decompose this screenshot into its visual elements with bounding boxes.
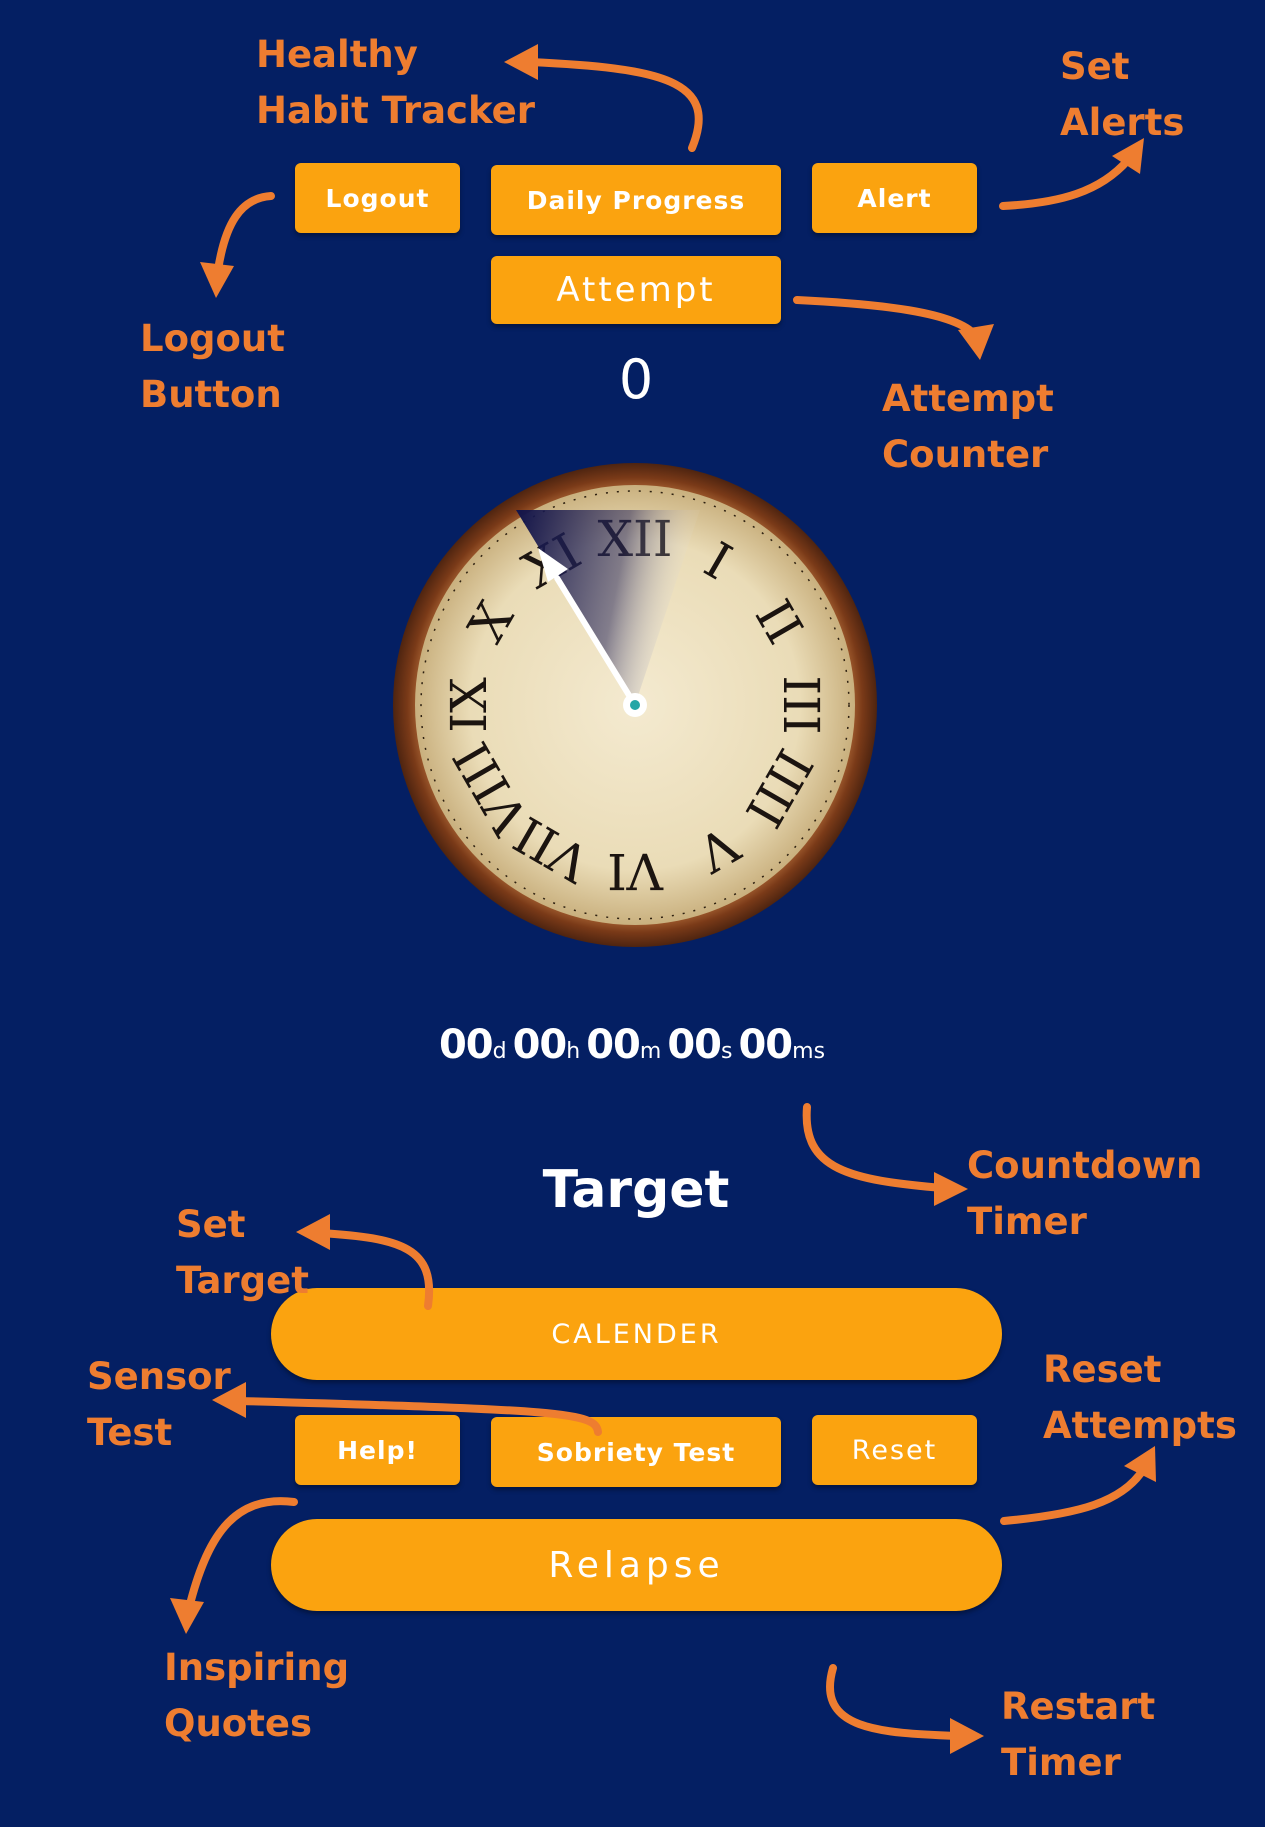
logout-button[interactable]: Logout: [295, 163, 460, 233]
timer-millis: 00: [738, 1022, 793, 1068]
annotation-logout-button: Logout Button: [140, 317, 285, 416]
clock-rim: [393, 463, 877, 947]
elapsed-sweep: [516, 510, 700, 705]
help-button[interactable]: Help!: [295, 1415, 460, 1485]
annotation-healthy-habit-tracker: Healthy Habit Tracker: [256, 33, 535, 132]
clock-numeral: II: [744, 590, 814, 653]
clock-numeral: XI: [514, 522, 591, 600]
annotation-inspiring-quotes: Inspiring Quotes: [164, 1646, 350, 1745]
clock-numeral: IX: [440, 677, 498, 733]
clock-numeral: VI: [607, 842, 664, 900]
annotation-restart-timer: Restart Timer: [1001, 1685, 1156, 1784]
arrowhead-countdown: [934, 1172, 968, 1206]
arrow-logout: [214, 192, 275, 274]
reset-button[interactable]: Reset: [812, 1415, 977, 1485]
clock-numeral: VIII: [442, 732, 540, 844]
arrowhead-restart-timer: [950, 1718, 984, 1754]
timer-minutes: 00: [586, 1022, 641, 1068]
annotation-set-alerts: Set Alerts: [1060, 45, 1185, 144]
timer-hours-unit: h: [566, 1039, 581, 1064]
arrowhead-attempt-counter: [958, 324, 994, 360]
timer-millis-unit: ms: [792, 1039, 826, 1064]
arrow-countdown: [802, 1103, 946, 1192]
clock-numeral: IIII: [734, 739, 824, 836]
relapse-button[interactable]: Relapse: [271, 1519, 1002, 1611]
clock-numeral: V: [687, 814, 749, 883]
timer-minutes-unit: m: [639, 1039, 662, 1064]
arrowhead-logout: [200, 262, 234, 298]
timer-hours: 00: [512, 1022, 568, 1068]
clock-numeral: X: [457, 592, 525, 652]
clock-center: [623, 693, 647, 717]
timer-days-unit: d: [492, 1039, 507, 1064]
sobriety-test-button[interactable]: Sobriety Test: [491, 1417, 781, 1487]
timer-seconds: 00: [667, 1022, 722, 1068]
clock-face: [415, 485, 855, 925]
clock-hand: [554, 575, 638, 708]
alert-button[interactable]: Alert: [812, 163, 977, 233]
arrow-attempt-counter: [793, 296, 979, 339]
attempt-counter: 0: [618, 348, 654, 411]
daily-progress-button[interactable]: Daily Progress: [491, 165, 781, 235]
clock-hand-tip: [538, 548, 568, 582]
arrow-reset-attempts: [1000, 1466, 1147, 1525]
calendar-button[interactable]: CALENDER: [271, 1288, 1002, 1380]
timer-seconds-unit: s: [721, 1039, 733, 1064]
clock-numeral: III: [772, 675, 830, 734]
annotation-set-target: Set Target: [176, 1203, 309, 1302]
countdown-timer: 00d 00h 00m 00s 00ms: [380, 1022, 890, 1068]
arrow-healthy-habit: [526, 58, 703, 152]
annotation-attempt-counter: Attempt Counter: [882, 377, 1054, 476]
target-heading: Target: [542, 1160, 730, 1220]
arrow-restart-timer: [826, 1664, 961, 1740]
annotation-countdown-timer: Countdown Timer: [967, 1144, 1203, 1243]
clock-numeral: VII: [505, 805, 600, 894]
attempt-button[interactable]: Attempt: [491, 256, 781, 324]
annotation-reset-attempts: Reset Attempts: [1043, 1348, 1237, 1447]
arrowhead-inspiring-quotes: [170, 1598, 204, 1634]
timer-days: 00: [438, 1022, 494, 1068]
annotation-sensor-test: Sensor Test: [87, 1355, 231, 1454]
clock-numeral: I: [695, 531, 741, 591]
clock-numeral: XII: [597, 510, 672, 568]
arrow-set-alerts: [999, 156, 1132, 210]
